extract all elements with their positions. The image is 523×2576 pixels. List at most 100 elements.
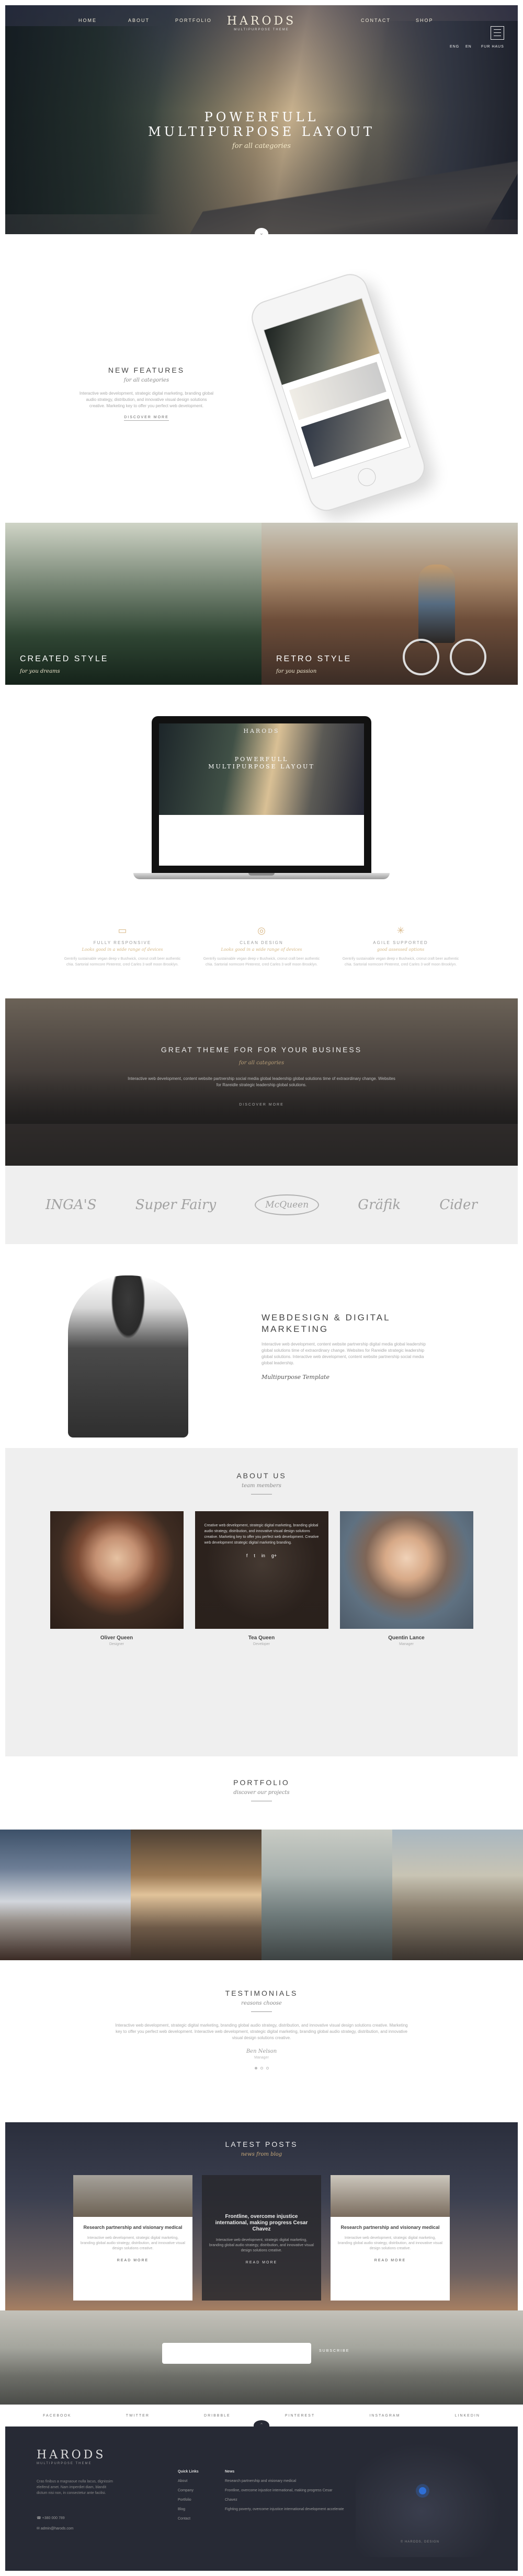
- social-instagram-link[interactable]: Instagram: [369, 2414, 400, 2418]
- hero-subtitle: for all categories: [232, 142, 291, 150]
- created-style-title: CREATED STYLE: [20, 654, 109, 663]
- pagination-dot[interactable]: [254, 2067, 257, 2069]
- linkedin-icon[interactable]: in: [262, 1553, 265, 1559]
- footer-link-portfolio[interactable]: Portfolio: [178, 2496, 199, 2505]
- nav-portfolio[interactable]: Portfolio: [175, 18, 212, 23]
- hero-title-line2: MULTIPURPOSE LAYOUT: [148, 124, 375, 139]
- posts-subtitle: news from blog: [241, 2152, 282, 2157]
- portfolio-item[interactable]: [131, 1830, 262, 1960]
- member-role: Designer: [109, 1642, 124, 1646]
- footer-link-contact[interactable]: Contact: [178, 2514, 199, 2524]
- laptop-screen-logo: HARODS: [243, 728, 280, 734]
- webdesign-title-line1: WEBDESIGN & DIGITAL: [262, 1313, 391, 1322]
- scroll-down-icon[interactable]: ⌄: [255, 228, 268, 239]
- hamburger-menu-icon[interactable]: [491, 26, 504, 40]
- team-member-card[interactable]: Creative web development, strategic digi…: [195, 1511, 328, 1646]
- nav-about[interactable]: About: [128, 18, 150, 23]
- footer-logo[interactable]: HARODS: [37, 2448, 106, 2462]
- service-clean-design: ◎ Clean Design Looks good in a wide rang…: [192, 925, 331, 998]
- nav-shop[interactable]: Shop: [416, 18, 434, 23]
- nav-contact[interactable]: Contact: [361, 18, 391, 23]
- pagination-dot[interactable]: [266, 2067, 269, 2069]
- facebook-icon[interactable]: f: [246, 1553, 248, 1559]
- post-card[interactable]: Research partnership and visionary medic…: [331, 2175, 450, 2301]
- webdesign-title-line2: MARKETING: [262, 1324, 329, 1334]
- newsletter-email-input[interactable]: [162, 2343, 311, 2364]
- laptop-title-line1: POWERFULL: [234, 756, 289, 763]
- laptop-icon: ▭: [118, 925, 127, 936]
- service-title: Clean Design: [240, 940, 283, 945]
- footer-news-item[interactable]: Research partnership and visionary medic…: [225, 2477, 345, 2486]
- post-read-more[interactable]: Read more: [331, 2259, 450, 2262]
- pagination-dot[interactable]: [260, 2067, 263, 2069]
- service-subtitle: good assessed options: [377, 947, 425, 952]
- post-card[interactable]: Research partnership and visionary medic…: [73, 2175, 192, 2301]
- footer-email[interactable]: admin@harods.com: [41, 2527, 74, 2531]
- webdesign-text: WEBDESIGN & DIGITAL MARKETING Interactiv…: [262, 1312, 434, 1381]
- footer-link-company[interactable]: Company: [178, 2486, 199, 2496]
- subscribe-button[interactable]: Subscribe: [319, 2349, 349, 2353]
- retro-style-panel[interactable]: RETRO STYLE for you passion: [262, 523, 518, 685]
- retro-style-title: RETRO STYLE: [276, 654, 352, 663]
- social-twitter-link[interactable]: Twitter: [126, 2414, 150, 2418]
- portfolio-item[interactable]: [0, 1830, 131, 1960]
- bike-wheel-icon: [403, 639, 439, 675]
- footer-news-item[interactable]: Fighting poverty, overcome injustice int…: [225, 2505, 345, 2514]
- portfolio-item[interactable]: [262, 1830, 392, 1960]
- post-read-more[interactable]: Read more: [202, 2261, 321, 2264]
- member-role: Manager: [399, 1642, 414, 1646]
- footer-phone[interactable]: +380 000 789: [42, 2516, 65, 2520]
- site-footer: ⌃ HARODS MULTIPURPOSE THEME Cras finibus…: [5, 2420, 518, 2571]
- client-logo-mcqueen[interactable]: McQueen: [255, 1194, 320, 1215]
- social-dribbble-link[interactable]: Dribbble: [204, 2414, 231, 2418]
- service-support: ✳ Agile Supported good assessed options …: [331, 925, 470, 998]
- footer-link-blog[interactable]: Blog: [178, 2505, 199, 2514]
- nav-home[interactable]: Home: [78, 18, 97, 23]
- footer-news-item[interactable]: Frontline, overcome injustice internatio…: [225, 2486, 345, 2505]
- webdesign-section: WEBDESIGN & DIGITAL MARKETING Interactiv…: [0, 1244, 523, 1448]
- social-facebook-link[interactable]: Facebook: [43, 2414, 72, 2418]
- post-card-featured[interactable]: Frontline, overcome injustice internatio…: [202, 2175, 321, 2301]
- service-subtitle: Looks good in a wide range of devices: [82, 947, 163, 952]
- client-logo-grafik[interactable]: Gräfik: [358, 1197, 401, 1213]
- features-paragraph: Interactive web development, strategic d…: [79, 391, 214, 408]
- location-pin-icon[interactable]: [419, 2487, 426, 2494]
- member-name: Quentin Lance: [388, 1635, 425, 1641]
- features-discover-link[interactable]: Discover more: [124, 416, 169, 421]
- social-pinterest-link[interactable]: Pinterest: [285, 2414, 315, 2418]
- laptop-screen: HARODS POWERFULL MULTIPURPOSE LAYOUT: [159, 723, 364, 866]
- footer-links-title: Quick Links: [178, 2470, 199, 2474]
- social-linkedin-link[interactable]: Linkedin: [455, 2414, 480, 2418]
- created-style-panel[interactable]: CREATED STYLE for you dreams: [5, 523, 262, 685]
- member-name: Oliver Queen: [100, 1635, 133, 1641]
- webdesign-paragraph: Interactive web development, content web…: [262, 1342, 426, 1365]
- footer-copyright: © Harods, Design: [400, 2540, 439, 2544]
- lang-switch-en[interactable]: EN: [465, 45, 472, 49]
- google-plus-icon[interactable]: g+: [271, 1553, 277, 1559]
- team-member-card[interactable]: Oliver Queen Designer: [50, 1511, 184, 1646]
- person-portrait: [68, 1275, 188, 1438]
- business-discover-link[interactable]: Discover more: [5, 1103, 518, 1107]
- hero-title-line1: POWERFULL: [204, 110, 319, 124]
- site-logo[interactable]: HARODS: [227, 15, 296, 28]
- lang-switch-fur[interactable]: FUR HAUS: [481, 45, 504, 49]
- back-to-top-icon[interactable]: ⌃: [254, 2420, 269, 2431]
- service-subtitle: Looks good in a wide range of devices: [221, 947, 302, 952]
- footer-link-about[interactable]: About: [178, 2477, 199, 2486]
- about-title: ABOUT US: [236, 1471, 287, 1480]
- post-read-more[interactable]: Read more: [73, 2259, 192, 2262]
- portfolio-title: PORTFOLIO: [233, 1778, 290, 1787]
- client-logo-ingas[interactable]: INGA'S: [46, 1197, 97, 1213]
- member-photo: [50, 1511, 184, 1629]
- client-logo-super-fairy[interactable]: Super Fairy: [135, 1197, 217, 1213]
- twitter-icon[interactable]: t: [254, 1553, 255, 1559]
- lang-switch-eng[interactable]: ENG: [450, 45, 459, 49]
- hero-section: Home About Portfolio HARODS MULTIPURPOSE…: [5, 5, 518, 240]
- client-logo-cider[interactable]: Cider: [439, 1197, 477, 1213]
- post-title: Research partnership and visionary medic…: [340, 2225, 440, 2230]
- member-social-links: f t in g+: [204, 1553, 319, 1559]
- webdesign-title: WEBDESIGN & DIGITAL MARKETING: [262, 1312, 434, 1335]
- eye-icon: ◎: [257, 925, 266, 936]
- portfolio-item[interactable]: [392, 1830, 523, 1960]
- team-member-card[interactable]: Quentin Lance Manager: [339, 1511, 473, 1646]
